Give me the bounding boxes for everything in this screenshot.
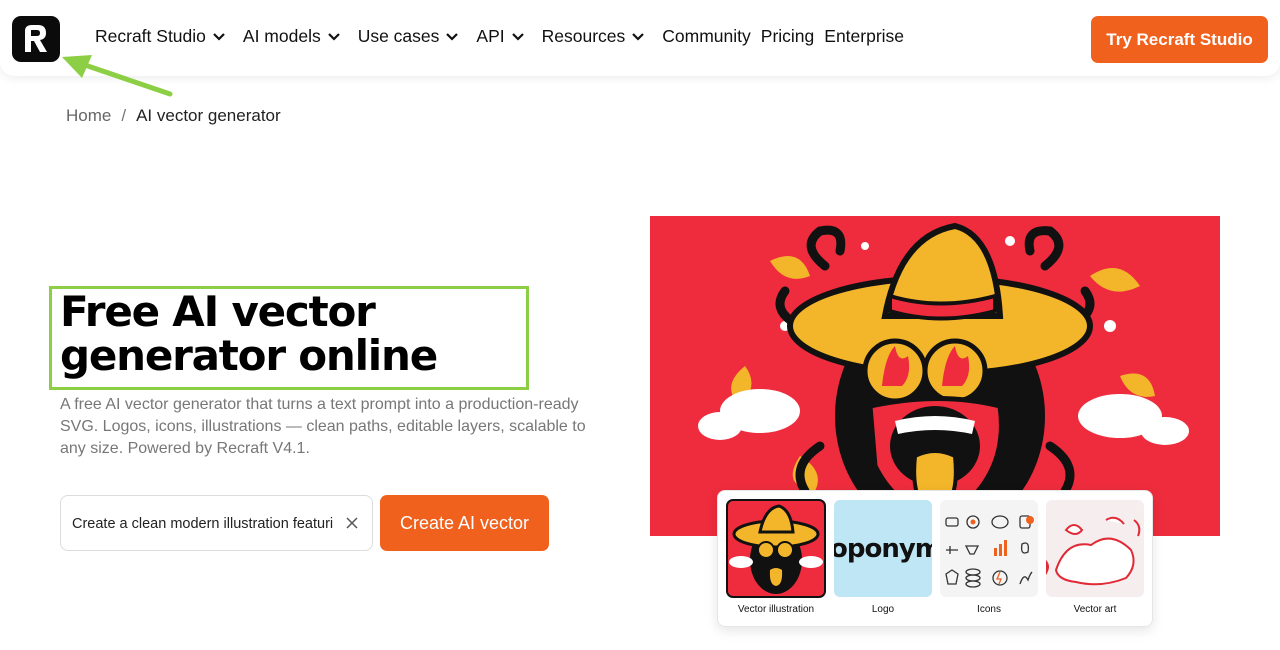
style-label: Icons: [977, 604, 1001, 615]
page-title-line-2: generator online: [60, 331, 438, 380]
style-option-icons[interactable]: Icons: [940, 500, 1038, 615]
style-option-vector-illustration[interactable]: Vector illustration: [726, 499, 826, 615]
breadcrumb-home-link[interactable]: Home: [66, 106, 111, 126]
menu-label: Resources: [541, 26, 626, 46]
vector-art-thumb-art: [1046, 516, 1141, 586]
menu-label: Pricing: [760, 26, 815, 46]
chevron-down-icon: [632, 32, 645, 41]
menu-label: Use cases: [357, 26, 440, 46]
style-thumbnail: [1046, 500, 1144, 597]
chevron-down-icon: [511, 32, 524, 41]
page-title: Free AI vector generator online: [60, 290, 530, 378]
menu-recraft-studio[interactable]: Recraft Studio: [95, 26, 226, 47]
chevron-down-icon: [446, 32, 459, 41]
menu-ai-models[interactable]: AI models: [243, 26, 341, 47]
menu-pricing[interactable]: Pricing: [761, 26, 815, 47]
menu-label: Recraft Studio: [95, 26, 206, 46]
main-menu: Recraft Studio AI models Use cases API R…: [95, 26, 914, 47]
menu-resources[interactable]: Resources: [542, 26, 646, 47]
chevron-down-icon: [213, 32, 225, 41]
menu-label: Community: [662, 26, 751, 46]
page-title-line-1: Free AI vector: [60, 287, 376, 336]
icons-thumb-art: [945, 515, 1034, 588]
chevron-down-icon: [327, 32, 340, 41]
recraft-logo-icon: [25, 25, 47, 52]
hero-subtitle: A free AI vector generator that turns a …: [60, 396, 586, 457]
create-ai-vector-button[interactable]: Create AI vector: [380, 495, 549, 551]
style-thumbnail: [726, 499, 826, 598]
top-nav: Recraft Studio AI models Use cases API R…: [0, 0, 1280, 76]
vector-illustration-thumb-art: [729, 504, 823, 594]
recraft-logo[interactable]: [12, 16, 60, 62]
breadcrumb-separator: /: [121, 106, 127, 125]
style-thumbnail: [940, 500, 1038, 597]
logo-thumb-text: oponym: [834, 533, 932, 564]
menu-label: API: [476, 26, 505, 46]
menu-api[interactable]: API: [476, 26, 524, 47]
style-option-logo[interactable]: oponym Logo: [834, 500, 932, 615]
style-selector: Vector illustration oponym Logo Icons Ve…: [717, 490, 1153, 627]
style-option-vector-art[interactable]: Vector art: [1046, 500, 1144, 615]
menu-label: Enterprise: [824, 26, 905, 46]
style-thumbnail: oponym: [834, 500, 932, 597]
try-recraft-studio-button[interactable]: Try Recraft Studio: [1091, 16, 1268, 63]
hero-illustration: [650, 216, 1220, 536]
menu-use-cases[interactable]: Use cases: [358, 26, 460, 47]
annotation-arrow-icon: [62, 55, 173, 97]
style-label: Vector art: [1073, 604, 1117, 615]
menu-label: AI models: [242, 26, 321, 46]
prompt-input[interactable]: [72, 514, 334, 534]
breadcrumb-current: AI vector generator: [136, 106, 281, 125]
clear-icon[interactable]: [345, 516, 359, 530]
menu-community[interactable]: Community: [662, 26, 751, 47]
hero-illustration-art: [698, 222, 1189, 536]
menu-enterprise[interactable]: Enterprise: [824, 26, 904, 47]
style-label: Logo: [871, 604, 895, 615]
style-label: Vector illustration: [737, 604, 815, 615]
breadcrumb: Home / AI vector generator: [66, 106, 281, 126]
prompt-field-wrapper: [60, 495, 373, 551]
